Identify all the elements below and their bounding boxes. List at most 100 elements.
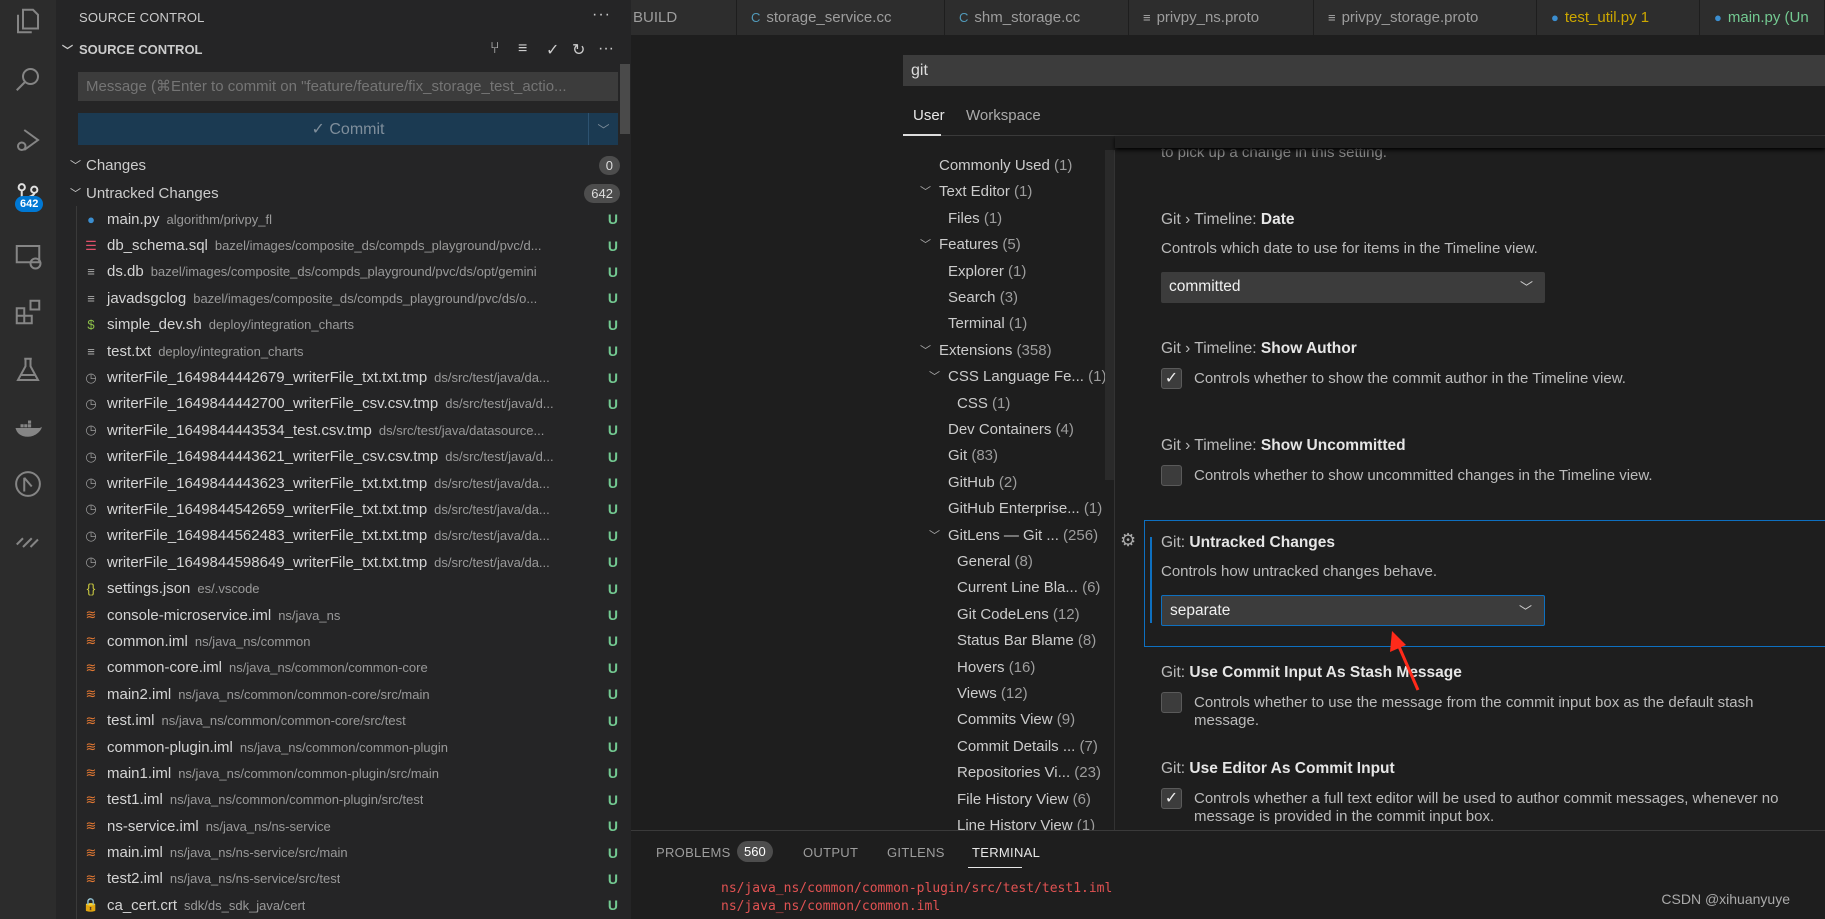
- toc-item[interactable]: Views (12): [957, 681, 1028, 707]
- toc-item[interactable]: General (8): [957, 549, 1033, 575]
- toc-item[interactable]: Current Line Bla... (6): [957, 575, 1100, 601]
- toc-item[interactable]: File History View (6): [957, 787, 1091, 813]
- file-list-item[interactable]: ≋ main1.iml ns/java_ns/common/common-plugi…: [76, 760, 624, 787]
- file-list-item[interactable]: ≋ main.iml ns/java_ns/ns-service/src/main U: [76, 839, 624, 866]
- toc-item[interactable]: GitHub (2): [948, 470, 1017, 496]
- toc-item[interactable]: ﹀ Text Editor (1): [920, 179, 1032, 205]
- editor-tab[interactable]: Cstorage_service.cc: [737, 0, 945, 35]
- file-list-item[interactable]: ◷ writerFile_1649844598649_writerFile_txt…: [76, 549, 624, 576]
- explorer-icon[interactable]: [0, 1, 56, 41]
- toc-item[interactable]: Explorer (1): [948, 259, 1026, 285]
- toc-item[interactable]: Repositories Vi... (23): [957, 760, 1101, 786]
- editor-tab[interactable]: ≡ privpy_ns.proto: [1129, 0, 1314, 35]
- tab-terminal[interactable]: TERMINAL: [972, 845, 1040, 860]
- toc-item[interactable]: Line History View (1): [957, 813, 1095, 830]
- untracked-changes-group[interactable]: ﹀ Untracked Changes 642: [70, 180, 620, 206]
- file-list-item[interactable]: ☰ db_schema.sql bazel/images/composite_ds/…: [76, 232, 624, 259]
- toc-scrollbar[interactable]: [1105, 150, 1114, 480]
- file-list-item[interactable]: ◷ writerFile_1649844443623_writerFile_txt…: [76, 469, 624, 497]
- file-list-item[interactable]: ≋ common-plugin.iml ns/java_ns/common/comm…: [76, 733, 624, 761]
- extensions-icon[interactable]: [0, 292, 56, 332]
- chevron-down-icon: ﹀: [1518, 604, 1532, 619]
- file-list-item[interactable]: ◷ writerFile_1649844443621_writerFile_csv…: [76, 443, 624, 470]
- file-list-item[interactable]: ◷ writerFile_1649844442679_writerFile_txt…: [76, 364, 624, 391]
- toc-item[interactable]: ﹀ CSS Language Fe... (1): [929, 364, 1106, 390]
- toc-item[interactable]: Hovers (16): [957, 655, 1035, 681]
- commit-input-stash-checkbox[interactable]: [1161, 692, 1182, 713]
- view-as-list-icon[interactable]: ≡: [518, 40, 527, 58]
- tab-workspace-settings[interactable]: Workspace: [966, 107, 1041, 124]
- toc-item[interactable]: Commonly Used (1): [939, 153, 1072, 179]
- tab-gitlens[interactable]: GITLENS: [887, 845, 945, 860]
- file-list-item[interactable]: ≋ test2.iml ns/java_ns/ns-service/src/test…: [76, 865, 624, 893]
- more-actions-icon[interactable]: ···: [598, 40, 614, 58]
- file-list-item[interactable]: ≋ main2.iml ns/java_ns/common/common-core/…: [76, 681, 624, 708]
- file-list-item[interactable]: ◷ writerFile_1649844442700_writerFile_csv…: [76, 390, 624, 418]
- toc-item[interactable]: ﹀ GitLens — Git ... (256): [929, 523, 1098, 549]
- file-list-item[interactable]: ≡ javadsgclog bazel/images/composite_ds/co…: [76, 285, 624, 312]
- scm-section-header[interactable]: ﹀ SOURCE CONTROL: [62, 42, 203, 58]
- file-list-item[interactable]: ● main.py algorithm/privpy_fl U: [76, 206, 624, 233]
- file-list-item[interactable]: ≋ test.iml ns/java_ns/common/common-core/s…: [76, 707, 624, 734]
- source-control-sidebar: SOURCE CONTROL ··· ﹀ SOURCE CONTROL ⑂ ≡ ✓…: [56, 0, 631, 919]
- file-list-item[interactable]: 🔒 ca_cert.crt sdk/ds_sdk_java/cert U: [76, 892, 624, 919]
- commit-dropdown-chevron-icon[interactable]: ﹀: [588, 113, 618, 145]
- file-list-item[interactable]: ≡ test.txt deploy/integration_charts U: [76, 337, 624, 365]
- tab-output[interactable]: OUTPUT: [803, 845, 858, 860]
- editor-commit-input-checkbox[interactable]: ✓: [1161, 788, 1182, 809]
- toc-item[interactable]: Status Bar Blame (8): [957, 628, 1096, 654]
- file-list-item[interactable]: ≋ console-microservice.iml ns/java_ns U: [76, 601, 624, 629]
- settings-search-input[interactable]: [903, 55, 1825, 86]
- file-list-item[interactable]: ◷ writerFile_1649844443534_test.csv.tmp ds…: [76, 417, 624, 444]
- file-list-item[interactable]: {} settings.json es/.vscode U: [76, 575, 624, 602]
- editor-tab[interactable]: BUILD: [631, 0, 737, 35]
- docker-icon[interactable]: [0, 408, 56, 448]
- untracked-changes-select[interactable]: separate ﹀: [1161, 595, 1545, 626]
- toc-item[interactable]: Commits View (9): [957, 707, 1075, 733]
- toc-item[interactable]: GitHub Enterprise... (1): [948, 496, 1102, 522]
- toc-item[interactable]: Files (1): [948, 206, 1002, 232]
- file-list-item[interactable]: ◷ writerFile_1649844542659_writerFile_txt…: [76, 496, 624, 523]
- editor-tab[interactable]: ● main.py (Un: [1700, 0, 1825, 35]
- toc-item[interactable]: ﹀ Features (5): [920, 232, 1021, 258]
- toc-item[interactable]: Git (83): [948, 443, 998, 469]
- run-debug-icon[interactable]: [0, 120, 56, 160]
- branch-graph-icon[interactable]: ⑂: [490, 40, 500, 58]
- toc-item[interactable]: CSS (1): [957, 391, 1010, 417]
- file-list-item[interactable]: ≋ ns-service.iml ns/java_ns/ns-service U: [76, 812, 624, 840]
- gear-icon[interactable]: ⚙: [1120, 530, 1136, 551]
- editor-tab[interactable]: Cshm_storage.cc: [945, 0, 1129, 35]
- commit-button[interactable]: ✓ Commit ﹀: [78, 113, 618, 145]
- file-list-item[interactable]: ◷ writerFile_1649844562483_writerFile_txt…: [76, 522, 624, 550]
- more-actions-icon[interactable]: ···: [592, 6, 611, 24]
- timeline-date-select[interactable]: committed ﹀: [1161, 272, 1545, 303]
- tab-problems[interactable]: PROBLEMS: [656, 845, 731, 860]
- toc-item[interactable]: ﹀ Extensions (358): [920, 338, 1052, 364]
- file-list-item[interactable]: ≋ common.iml ns/java_ns/common U: [76, 628, 624, 655]
- file-list-item[interactable]: ≋ test1.iml ns/java_ns/common/common-plugi…: [76, 786, 624, 813]
- show-author-checkbox[interactable]: ✓: [1161, 368, 1182, 389]
- sidebar-scrollbar[interactable]: [620, 64, 630, 134]
- commit-check-icon[interactable]: ✓: [546, 40, 559, 60]
- file-list-item[interactable]: ≡ ds.db bazel/images/composite_ds/compds_p…: [76, 258, 624, 286]
- commit-message-input[interactable]: [78, 72, 618, 101]
- file-list-item[interactable]: $ simple_dev.sh deploy/integration_charts U: [76, 311, 624, 338]
- toc-item[interactable]: Search (3): [948, 285, 1018, 311]
- remote-explorer-icon[interactable]: [0, 236, 56, 276]
- editor-tab[interactable]: ● test_util.py 1: [1537, 0, 1700, 35]
- editor-tab[interactable]: ≡ privpy_storage.proto: [1314, 0, 1537, 35]
- show-uncommitted-checkbox[interactable]: [1161, 465, 1182, 486]
- tab-user-settings[interactable]: User: [913, 107, 945, 124]
- testing-icon[interactable]: [0, 350, 56, 390]
- toc-item[interactable]: Commit Details ... (7): [957, 734, 1098, 760]
- toc-item[interactable]: Terminal (1): [948, 311, 1027, 337]
- search-icon[interactable]: [0, 59, 56, 99]
- toc-item[interactable]: Git CodeLens (12): [957, 602, 1080, 628]
- refresh-icon[interactable]: ↻: [572, 40, 585, 60]
- file-list-item[interactable]: ≋ common-core.iml ns/java_ns/common/common…: [76, 654, 624, 682]
- gitlens-icon[interactable]: [0, 464, 56, 504]
- changes-group[interactable]: ﹀ Changes 0: [70, 152, 620, 178]
- toc-item[interactable]: Dev Containers (4): [948, 417, 1074, 443]
- gitlens-inspect-icon[interactable]: [0, 522, 56, 562]
- setting-desc: Controls which date to use for items in …: [1161, 240, 1538, 257]
